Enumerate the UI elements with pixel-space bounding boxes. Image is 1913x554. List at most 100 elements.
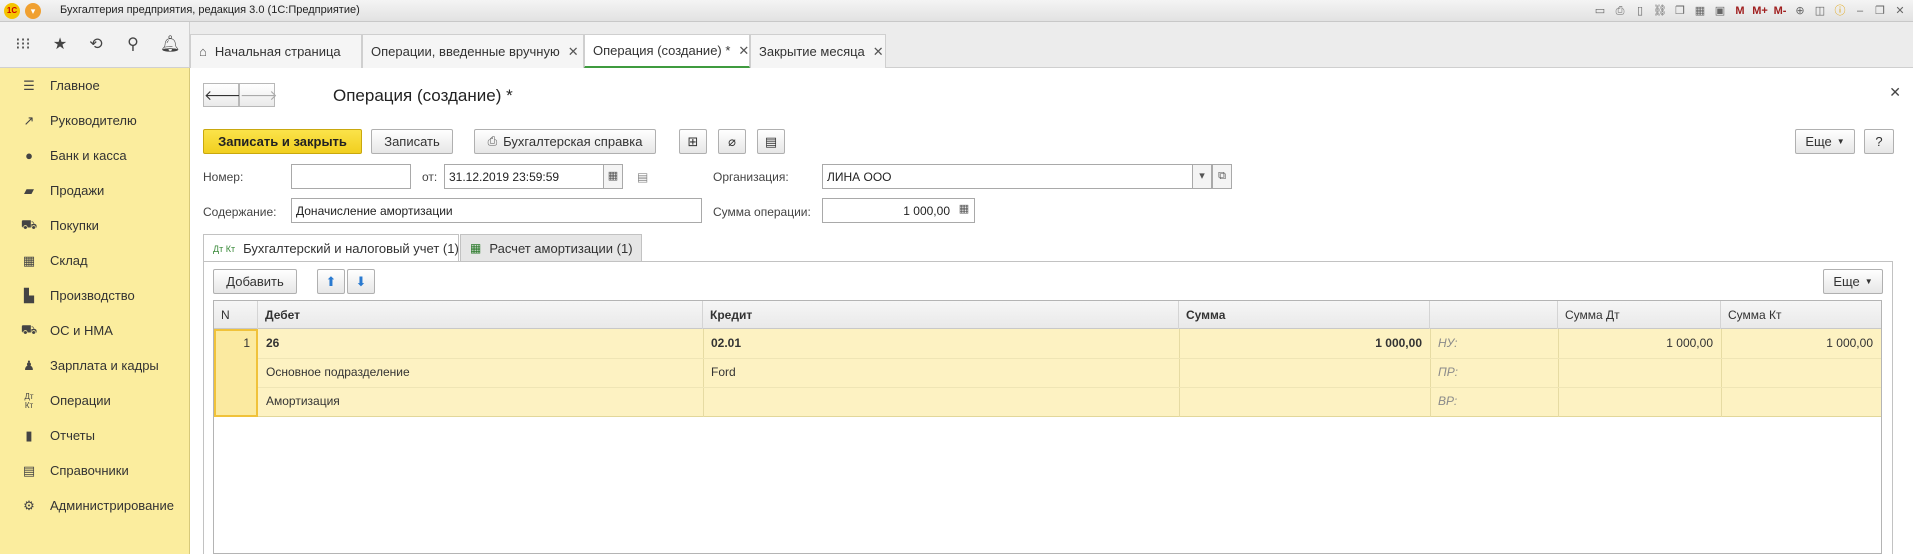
column-header-n[interactable]: N [214,301,258,329]
page-title: Операция (создание) * [333,86,513,105]
bag-icon: ▰ [24,182,34,198]
column-header-sum[interactable]: Сумма [1179,301,1430,329]
calendar-button[interactable]: ▦ [603,164,623,189]
content-field[interactable]: Доначисление амортизации [291,198,702,223]
zoom-icon[interactable]: ⊕ [1791,2,1809,20]
table-more-button[interactable]: Еще ▼ [1823,269,1883,294]
sidebar-item-warehouse[interactable]: ▦ Склад [0,243,190,278]
organization-dropdown-button[interactable]: ▾ [1192,164,1212,189]
column-header-sum-kt[interactable]: Сумма Кт [1721,301,1881,329]
sum-kt-cell[interactable]: 1 000,00 [1721,329,1873,358]
sidebar-item-bank[interactable]: ● Банк и касса [0,138,190,173]
main-menu-button[interactable]: ▾ [25,3,41,19]
column-header-debit[interactable]: Дебет [258,301,703,329]
save-and-close-button[interactable]: Записать и закрыть [203,129,362,154]
sidebar-item-production[interactable]: ▙ Производство [0,278,190,313]
add-row-button[interactable]: Добавить [213,269,297,294]
memory-m-minus-button[interactable]: M- [1771,2,1789,20]
sidebar-item-salary[interactable]: ♟ Зарплата и кадры [0,348,190,383]
tab-accounting[interactable]: Дт Кт Бухгалтерский и налоговый учет (1) [203,234,459,262]
apps-grid-icon[interactable]: ⁝⁝⁝ [13,35,33,55]
credit-subconto-1-cell[interactable]: Ford [711,358,736,387]
move-down-button[interactable]: ⬇ [347,269,375,294]
sidebar-item-sales[interactable]: ▰ Продажи [0,173,190,208]
history-icon[interactable]: ⟲ [86,35,106,55]
sidebar-item-purchases[interactable]: ⛟ Покупки [0,208,190,243]
list-button[interactable]: ▤ [757,129,785,154]
sidebar-item-admin[interactable]: ⚙ Администрирование [0,488,190,523]
sidebar-item-main[interactable]: ☰ Главное [0,68,190,103]
sidebar-item-label: Покупки [50,218,99,233]
comment-icon[interactable]: ▤ [637,170,648,184]
print-icon: ⎙ [487,134,498,148]
sidebar-item-operations[interactable]: Дт Кт Операции [0,383,190,418]
table-header: N Дебет Кредит Сумма Сумма Дт Сумма Кт [214,301,1881,329]
tab-operation-create[interactable]: Операция (создание) * ✕ [584,34,750,68]
column-header-sum-dt[interactable]: Сумма Дт [1558,301,1721,329]
credit-account-cell[interactable]: 02.01 [711,329,741,358]
tab-month-closing[interactable]: Закрытие месяца ✕ [750,34,886,68]
home-icon: ⌂ [199,44,207,59]
column-header-blank[interactable] [1430,301,1558,329]
memory-m-plus-button[interactable]: M+ [1751,2,1769,20]
memory-m-button[interactable]: M [1731,2,1749,20]
minimize-icon[interactable]: – [1851,2,1869,20]
debit-account-cell[interactable]: 26 [266,329,279,358]
preview-icon[interactable]: ▯ [1631,2,1649,20]
back-button[interactable]: 🡐 [203,83,242,107]
restore-icon[interactable]: ❐ [1871,2,1889,20]
column-header-credit[interactable]: Кредит [703,301,1179,329]
tab-home[interactable]: ⌂ Начальная страница [190,34,362,68]
close-tab-icon[interactable]: ✕ [873,44,884,60]
sidebar-item-label: Главное [50,78,100,93]
tab-manual-operations[interactable]: Операции, введенные вручную ✕ [362,34,584,68]
sidebar-item-reports[interactable]: ▮ Отчеты [0,418,190,453]
operation-sum-field[interactable]: 1 000,00 [822,198,975,223]
number-field[interactable] [291,164,411,189]
organization-field[interactable]: ЛИНА ООО [822,164,1193,189]
calculator-icon[interactable]: ▦ [1691,2,1709,20]
more-button[interactable]: Еще ▼ [1795,129,1855,154]
arrow-up-icon: ⬆ [325,273,337,289]
sidebar-item-label: Банк и касса [50,148,127,163]
table-row[interactable]: 1 26 Основное подразделение Амортизация … [214,329,1881,417]
close-tab-icon[interactable]: ✕ [568,44,579,60]
nu-label: НУ: [1438,336,1458,350]
attach-button[interactable]: ⌀ [718,129,746,154]
cart-icon: ⛟ [20,216,38,232]
close-form-icon[interactable]: ✕ [1889,84,1901,101]
tab-depreciation[interactable]: ▦ Расчет амортизации (1) [460,234,642,261]
save-icon[interactable]: ▭ [1591,2,1609,20]
calendar-icon[interactable]: ▣ [1711,2,1729,20]
open-organization-button[interactable]: ⧉ [1212,164,1232,189]
open-tabs-bar: ⌂ Начальная страница Операции, введенные… [190,22,1913,68]
sidebar-item-management[interactable]: ↗ Руководителю [0,103,190,138]
structure-button[interactable]: ⊞ [679,129,707,154]
panels-icon[interactable]: ◫ [1811,2,1829,20]
print-icon[interactable]: ⎙ [1611,2,1629,20]
calculator-icon[interactable]: ▦ [954,198,974,223]
date-field[interactable]: 31.12.2019 23:59:59 [444,164,604,189]
sum-dt-cell[interactable]: 1 000,00 [1558,329,1713,358]
copy-icon[interactable]: ❐ [1671,2,1689,20]
debit-subconto-2-cell[interactable]: Амортизация [266,387,340,416]
search-icon[interactable]: ⚲ [123,35,143,55]
debit-subconto-1-cell[interactable]: Основное подразделение [266,358,410,387]
sidebar-item-label: Склад [50,253,88,268]
sidebar-item-references[interactable]: ▤ Справочники [0,453,190,488]
help-button[interactable]: ? [1864,129,1894,154]
close-window-icon[interactable]: ✕ [1891,2,1909,20]
favorites-star-icon[interactable]: ★ [50,35,70,55]
person-icon: ♟ [23,357,35,373]
link-icon[interactable]: ⛓ [1651,2,1669,20]
bell-icon[interactable]: 🔔︎ [160,35,180,55]
sum-cell[interactable]: 1 000,00 [1179,329,1422,358]
move-up-button[interactable]: ⬆ [317,269,345,294]
close-tab-icon[interactable]: ✕ [738,43,749,59]
save-button[interactable]: Записать [371,129,453,154]
gear-icon: ⚙ [23,497,35,513]
info-icon[interactable]: ⓘ [1831,2,1849,20]
forward-button[interactable]: 🡒 [239,83,278,107]
sidebar-item-fixed-assets[interactable]: ⛟ ОС и НМА [0,313,190,348]
accounting-report-button[interactable]: ⎙ Бухгалтерская справка [474,129,656,154]
